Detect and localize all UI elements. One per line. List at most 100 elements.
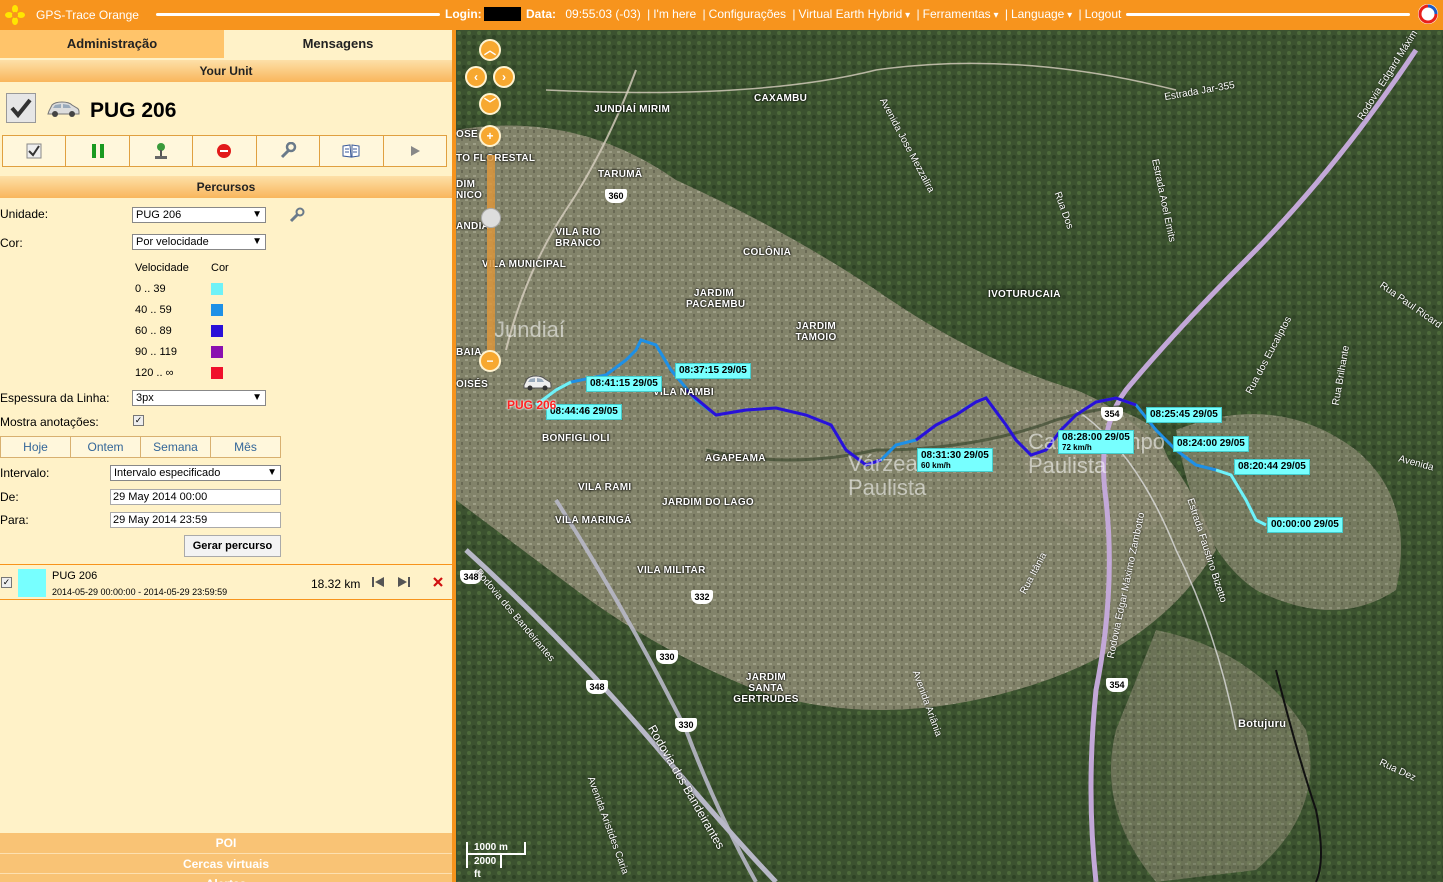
menu-settings[interactable]: Configurações xyxy=(709,7,786,21)
road-shield: 330 xyxy=(656,650,678,664)
route-color-swatch[interactable] xyxy=(18,569,46,597)
route-time-tag[interactable]: 08:31:30 29/05 60 km/h xyxy=(917,448,993,472)
color-select[interactable]: Por velocidade ▼ xyxy=(132,234,266,250)
alerts-section[interactable]: Alertas xyxy=(0,873,452,882)
color-select-value: Por velocidade xyxy=(136,236,209,248)
pan-left-button[interactable]: ‹ xyxy=(465,66,487,88)
period-today[interactable]: Hoje xyxy=(1,437,71,457)
orange-logo-icon xyxy=(1418,4,1438,24)
menu-tools[interactable]: Ferramentas xyxy=(923,7,999,21)
dropdown-arrow-icon: ▼ xyxy=(252,209,262,220)
period-month[interactable]: Mês xyxy=(211,437,280,457)
dropdown-arrow-icon: ▼ xyxy=(252,236,262,247)
to-date-input[interactable]: 29 May 2014 23:59 xyxy=(110,512,281,528)
period-week[interactable]: Semana xyxy=(141,437,211,457)
wrench-icon[interactable] xyxy=(289,207,305,223)
route-time-tag[interactable]: 00:00:00 29/05 xyxy=(1267,517,1343,533)
pan-right-button[interactable]: › xyxy=(493,66,515,88)
map-place-label: BONFIGLIOLI xyxy=(542,433,610,444)
map-place-label: JARDIM TAMOIO xyxy=(795,321,837,343)
map-place-label: AGAPEAMA xyxy=(705,453,766,464)
stop-button[interactable] xyxy=(193,136,257,166)
route-time-tag[interactable]: 08:44:46 29/05 xyxy=(546,404,622,420)
legend-swatch xyxy=(211,325,223,337)
plus-icon: + xyxy=(486,129,494,143)
flower-logo-icon xyxy=(5,5,25,25)
zoom-slider-handle[interactable] xyxy=(481,208,501,228)
route-time: 08:28:00 29/05 xyxy=(1062,432,1130,443)
route-time-tag[interactable]: 08:28:00 29/05 72 km/h xyxy=(1058,430,1134,454)
zoom-in-button[interactable]: + xyxy=(479,125,501,147)
login-label: Login: xyxy=(445,7,482,21)
unit-select[interactable]: PUG 206 ▼ xyxy=(132,207,266,223)
route-visible-checkbox[interactable]: ✓ xyxy=(1,577,12,588)
generate-route-button[interactable]: Gerar percurso xyxy=(184,535,281,557)
tab-messages[interactable]: Mensagens xyxy=(224,30,452,58)
zoom-slider-track[interactable] xyxy=(487,155,495,355)
map-place-label: TO FLORESTAL xyxy=(456,153,536,164)
road-shield: 354 xyxy=(1106,678,1128,692)
map-place-label: JARDIM DO LAGO xyxy=(662,497,754,508)
wrench-icon xyxy=(280,142,297,159)
unit-toolbar xyxy=(2,135,447,167)
left-panel: Administração Mensagens Your Unit PUG 20… xyxy=(0,30,456,882)
map-place-label: TARUMÃ xyxy=(598,169,643,180)
play-button[interactable] xyxy=(384,136,446,166)
period-yesterday[interactable]: Ontem xyxy=(71,437,141,457)
delete-icon[interactable] xyxy=(432,576,444,588)
show-notes-checkbox[interactable]: ✓ xyxy=(133,415,144,426)
legend-color-header: Cor xyxy=(211,262,229,274)
settings-button[interactable] xyxy=(257,136,321,166)
to-label: Para: xyxy=(0,513,29,527)
legend-swatch xyxy=(211,346,223,358)
select-unit-button[interactable] xyxy=(3,136,67,166)
divider-line xyxy=(1126,13,1410,16)
pan-down-button[interactable]: ﹀ xyxy=(479,93,501,115)
road-shield: 348 xyxy=(586,680,608,694)
route-unit-name: PUG 206 xyxy=(52,570,98,582)
unit-name: PUG 206 xyxy=(90,99,177,122)
chevron-left-icon: ‹ xyxy=(474,70,478,84)
from-date-input[interactable]: 29 May 2014 00:00 xyxy=(110,489,281,505)
menu-logout[interactable]: Logout xyxy=(1085,7,1122,21)
car-marker-icon[interactable] xyxy=(522,372,552,392)
legend-range: 40 .. 59 xyxy=(135,304,172,316)
map-place-label: CAXAMBU xyxy=(754,93,808,104)
route-time-tag[interactable]: 08:20:44 29/05 xyxy=(1234,459,1310,475)
color-label: Cor: xyxy=(0,236,23,250)
map-view[interactable]: JUNDIAÍ MIRIM CAXAMBU TARUMÃ VILA RIO BR… xyxy=(456,30,1443,882)
route-time-tag[interactable]: 08:41:15 29/05 xyxy=(586,376,662,392)
zoom-out-button[interactable]: − xyxy=(479,350,501,372)
skip-start-icon[interactable] xyxy=(370,575,386,589)
skip-end-icon[interactable] xyxy=(396,575,412,589)
legend-swatch xyxy=(211,367,223,379)
legend-range: 60 .. 89 xyxy=(135,325,172,337)
stop-icon xyxy=(217,144,232,158)
route-time-tag[interactable]: 08:24:00 29/05 xyxy=(1173,436,1249,452)
check-icon xyxy=(26,143,42,159)
log-button[interactable] xyxy=(320,136,384,166)
poi-section[interactable]: POI xyxy=(0,833,452,853)
routes-header: Percursos xyxy=(0,176,452,198)
pause-button[interactable] xyxy=(66,136,130,166)
menu-language[interactable]: Language xyxy=(1011,7,1072,21)
route-distance: 18.32 km xyxy=(311,577,361,591)
menu-im-here[interactable]: I'm here xyxy=(653,7,696,21)
tab-administration[interactable]: Administração xyxy=(0,30,224,58)
interval-value: Intervalo especificado xyxy=(114,467,221,479)
locate-button[interactable] xyxy=(130,136,194,166)
unit-checkbox[interactable] xyxy=(6,93,36,123)
map-place-label: COLÔNIA xyxy=(743,247,792,258)
interval-select[interactable]: Intervalo especificado ▼ xyxy=(110,465,281,481)
menu-map-type[interactable]: Virtual Earth Hybrid xyxy=(799,7,911,21)
car-icon xyxy=(47,101,80,117)
route-entry: ✓ PUG 206 2014-05-29 00:00:00 - 2014-05-… xyxy=(0,564,452,600)
line-width-select[interactable]: 3px ▼ xyxy=(132,390,266,406)
dropdown-arrow-icon: ▼ xyxy=(252,392,262,403)
pause-icon xyxy=(91,144,104,158)
route-time-tag[interactable]: 08:37:15 29/05 xyxy=(675,363,751,379)
pan-up-button[interactable]: ︿ xyxy=(479,39,501,61)
route-time-tag[interactable]: 08:25:45 29/05 xyxy=(1146,407,1222,423)
geofences-section[interactable]: Cercas virtuais xyxy=(0,853,452,873)
top-bar: GPS-Trace Orange Login: Data: 09:55:03 (… xyxy=(0,0,1443,30)
